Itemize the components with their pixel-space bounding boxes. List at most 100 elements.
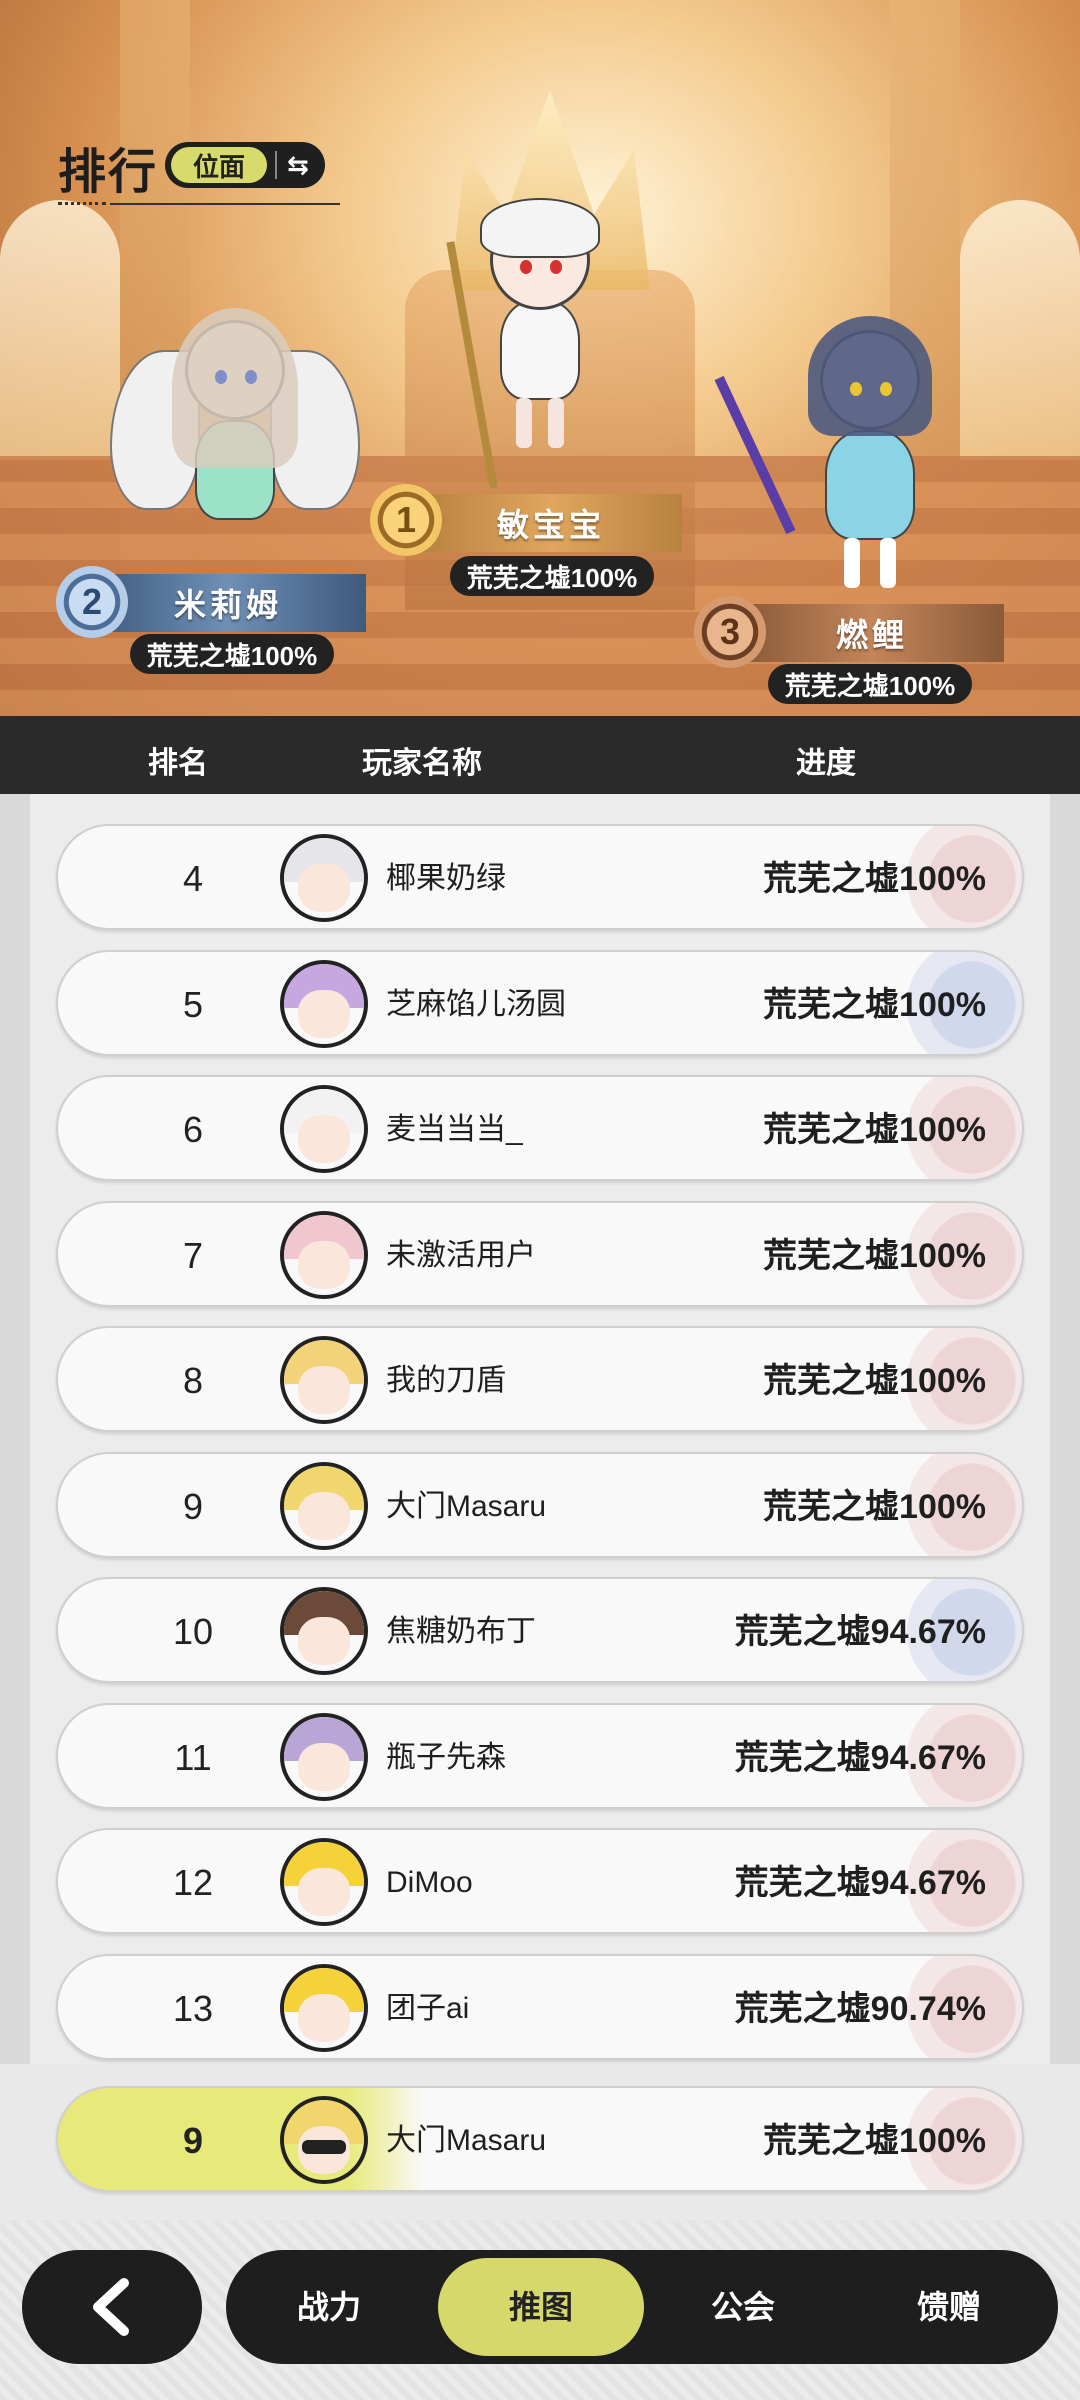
tab-stage-progress[interactable]: 推图 [438,2258,644,2356]
tab-gifts[interactable]: 馈赠 [846,2250,1052,2364]
avatar[interactable] [280,1587,368,1675]
rank-badge-3: 3 [694,596,766,668]
my-rank-row[interactable]: 9 大门Masaru 荒芜之墟100% [56,2086,1024,2192]
table-row[interactable]: 4 椰果奶绿 荒芜之墟100% [56,824,1024,930]
rank-number: 4 [182,858,204,899]
character-leg [548,398,564,448]
avatar-face [298,863,350,912]
avatar[interactable] [280,834,368,922]
player-progress: 荒芜之墟100% [763,860,986,898]
player-name: 我的刀盾 [386,1364,506,1397]
player-progress: 荒芜之墟100% [763,986,986,1024]
divider [275,151,277,179]
podium-banner: 排行 位面 ⇆ 敏宝宝 1 荒芜之墟100% 米莉姆 2 荒芜之墟100% 燃鲤… [0,0,1080,716]
podium-player-name: 燃鲤 [835,617,908,653]
rank-number: 5 [182,984,204,1025]
scope-label: 位面 [171,147,267,183]
avatar[interactable] [280,1838,368,1926]
avatar[interactable] [280,1462,368,1550]
table-row[interactable]: 13 团子ai 荒芜之墟90.74% [56,1954,1024,2060]
ranking-list[interactable]: 4 椰果奶绿 荒芜之墟100% 5 芝麻馅儿汤圆 荒芜之墟100% 6 麦当当当_ 荒芜之墟10… [0,794,1080,2192]
podium-progress-2: 荒芜之墟100% [130,634,334,674]
column-header-progress: 进度 [796,747,856,780]
player-name: 焦糖奶布丁 [386,1615,536,1648]
avatar[interactable] [280,2096,368,2184]
bottom-tab-bar: 战力 推图 公会 馈赠 [226,2250,1058,2364]
title-underline [58,202,106,205]
avatar[interactable] [280,960,368,1048]
character-eye [215,370,227,384]
ranking-table-header: 排名 玩家名称 进度 [0,716,1080,794]
player-avatar-rank-3[interactable] [714,310,960,600]
player-progress: 荒芜之墟94.67% [734,1613,986,1651]
character-leg [516,398,532,448]
tab-guild[interactable]: 公会 [640,2250,846,2364]
avatar-face [298,1491,350,1540]
chevron-left-icon [93,2278,129,2336]
character-eye [880,382,892,396]
avatar[interactable] [280,1085,368,1173]
avatar[interactable] [280,1713,368,1801]
title-underline-bar [110,203,340,205]
rank-badge-2: 2 [56,566,128,638]
character-hair [808,316,932,436]
rank-number: 7 [182,1235,204,1276]
player-name: DiMoo [386,1866,473,1899]
podium-player-name: 米莉姆 [173,587,282,623]
rank-number: 8 [182,1360,204,1401]
table-row[interactable]: 5 芝麻馅儿汤圆 荒芜之墟100% [56,950,1024,1056]
character-eye [245,370,257,384]
player-progress: 荒芜之墟94.67% [734,1864,986,1902]
table-row[interactable]: 12 DiMoo 荒芜之墟94.67% [56,1828,1024,1934]
character-hair [172,308,298,468]
avatar-face [298,1365,350,1414]
table-row[interactable]: 8 我的刀盾 荒芜之墟100% [56,1326,1024,1432]
sunglasses-decoration [301,2140,347,2154]
character-eye [850,382,862,396]
table-row[interactable]: 7 未激活用户 荒芜之墟100% [56,1201,1024,1307]
rank-number: 3 [719,611,741,652]
rank-number: 13 [172,1988,214,2029]
avatar[interactable] [280,1964,368,2052]
page-title: 排行 [58,146,159,199]
table-row[interactable]: 9 大门Masaru 荒芜之墟100% [56,1452,1024,1558]
player-name: 大门Masaru [386,1490,547,1523]
player-avatar-rank-2[interactable] [110,290,360,570]
tab-combat-power[interactable]: 战力 [226,2250,432,2364]
player-avatar-rank-1[interactable] [470,190,610,460]
podium-name-plate-2: 米莉姆 [90,574,366,632]
rank-number: 1 [395,499,417,540]
player-name: 大门Masaru [386,2124,547,2157]
character-leg [844,538,860,588]
player-name: 团子ai [386,1992,470,2025]
table-row[interactable]: 11 瓶子先森 荒芜之墟94.67% [56,1703,1024,1809]
player-progress: 荒芜之墟94.67% [734,1739,986,1777]
table-row[interactable]: 6 麦当当当_ 荒芜之墟100% [56,1075,1024,1181]
scope-toggle-button[interactable]: 位面 ⇆ [165,142,325,188]
avatar-face [298,989,350,1038]
avatar-face [298,1993,350,2042]
avatar-face [298,1742,350,1791]
podium-name-plate-3: 燃鲤 [740,604,1004,662]
character-leg [880,538,896,588]
player-progress: 荒芜之墟100% [763,1237,986,1275]
character-hair [480,198,600,258]
rank-number: 9 [182,2120,204,2161]
player-progress: 荒芜之墟90.74% [734,1990,986,2028]
avatar[interactable] [280,1211,368,1299]
player-progress: 荒芜之墟100% [763,1111,986,1149]
avatar[interactable] [280,1336,368,1424]
rank-number: 9 [182,1486,204,1527]
table-row[interactable]: 10 焦糖奶布丁 荒芜之墟94.67% [56,1577,1024,1683]
podium-progress-3: 荒芜之墟100% [768,664,972,704]
background-window [960,200,1080,460]
rank-number: 6 [182,1109,204,1150]
player-progress: 荒芜之墟100% [763,1488,986,1526]
swap-arrows-icon: ⇆ [287,149,309,180]
podium-progress-1: 荒芜之墟100% [450,556,654,596]
player-name: 麦当当当_ [386,1113,523,1146]
column-header-rank: 排名 [148,747,208,780]
player-progress: 荒芜之墟100% [763,2122,986,2160]
back-button[interactable] [22,2250,202,2364]
player-name: 未激活用户 [386,1239,536,1272]
